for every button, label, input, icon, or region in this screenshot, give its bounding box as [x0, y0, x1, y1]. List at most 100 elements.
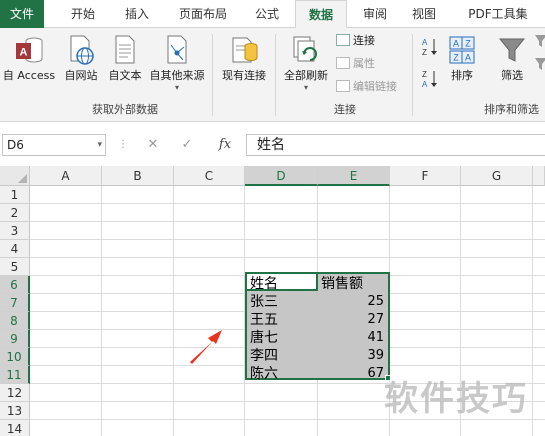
- column-header[interactable]: C: [174, 166, 245, 186]
- cell-name[interactable]: 张三: [247, 293, 317, 311]
- column-header[interactable]: [533, 166, 545, 186]
- other-sources-icon: [162, 34, 192, 66]
- select-all-button[interactable]: [0, 166, 30, 186]
- tab-home[interactable]: 开始: [58, 0, 108, 28]
- tab-formulas[interactable]: 公式: [245, 0, 289, 28]
- column-header[interactable]: F: [390, 166, 461, 186]
- reapply-filter-icon: [535, 58, 545, 70]
- sort-label: 排序: [451, 69, 473, 82]
- group-label-get-external: 获取外部数据: [92, 103, 158, 116]
- column-header[interactable]: B: [102, 166, 174, 186]
- chevron-down-icon: ▾: [303, 83, 308, 92]
- red-arrow-icon: [190, 330, 222, 364]
- tab-data[interactable]: 数据: [295, 0, 347, 29]
- column-header[interactable]: G: [461, 166, 533, 186]
- cell-e6[interactable]: 销售额: [318, 275, 388, 293]
- cell-sales[interactable]: 41: [318, 329, 388, 347]
- clear-filter-button[interactable]: [534, 32, 545, 52]
- from-web-button[interactable]: 自网站: [60, 32, 102, 98]
- refresh-icon: [291, 34, 321, 66]
- cell-name[interactable]: 李四: [247, 347, 317, 365]
- column-header[interactable]: D: [245, 166, 318, 186]
- row-header[interactable]: 7: [0, 294, 30, 312]
- worksheet-grid[interactable]: A B C D E F G 1 2 3 4 5 6 7 8 9 10 11 12…: [0, 166, 545, 436]
- refresh-all-label: 全部刷新: [284, 69, 328, 82]
- sort-dialog-icon: A Z Z A: [447, 34, 477, 66]
- row-header[interactable]: 10: [0, 348, 30, 366]
- row-header[interactable]: 3: [0, 222, 30, 240]
- group-divider: [275, 34, 276, 116]
- chevron-down-icon[interactable]: ▾: [97, 135, 102, 155]
- row-header[interactable]: 9: [0, 330, 30, 348]
- from-access-label: 自 Access: [2, 69, 56, 82]
- reapply-filter-button[interactable]: [534, 55, 545, 75]
- row-header[interactable]: 8: [0, 312, 30, 330]
- cell-sales[interactable]: 25: [318, 293, 388, 311]
- insert-function-button[interactable]: fx: [210, 134, 240, 156]
- row-header[interactable]: 13: [0, 402, 30, 420]
- existing-connections-label: 现有连接: [222, 69, 266, 82]
- column-header[interactable]: A: [30, 166, 102, 186]
- row-header[interactable]: 11: [0, 366, 30, 384]
- group-label-connections: 连接: [334, 103, 356, 116]
- row-header[interactable]: 2: [0, 204, 30, 222]
- row-header[interactable]: 1: [0, 186, 30, 204]
- connections-button[interactable]: 连接: [336, 32, 375, 50]
- group-label-sort-filter: 排序和筛选: [484, 103, 539, 116]
- row-header[interactable]: 14: [0, 420, 30, 436]
- watermark: 软件技巧: [384, 379, 528, 419]
- name-box-value: D6: [7, 138, 24, 152]
- column-header[interactable]: E: [318, 166, 390, 186]
- name-box[interactable]: D6 ▾: [2, 134, 106, 156]
- tab-insert[interactable]: 插入: [112, 0, 162, 28]
- confirm-entry-icon[interactable]: ✓: [174, 134, 200, 156]
- cell-sales[interactable]: 67: [318, 365, 388, 383]
- cell-sales[interactable]: 27: [318, 311, 388, 329]
- cancel-entry-icon[interactable]: ✕: [140, 134, 166, 156]
- properties-label: 属性: [353, 57, 375, 70]
- tab-view[interactable]: 视图: [402, 0, 446, 28]
- chevron-down-icon: ▾: [174, 83, 179, 92]
- edit-links-label: 编辑链接: [353, 80, 397, 93]
- row-header[interactable]: 12: [0, 384, 30, 402]
- tab-review[interactable]: 审阅: [355, 0, 395, 28]
- refresh-all-button[interactable]: 全部刷新 ▾: [280, 32, 332, 98]
- tab-file[interactable]: 文件: [0, 0, 44, 28]
- svg-text:A: A: [465, 53, 471, 63]
- gridline: [30, 239, 545, 240]
- tab-page-layout[interactable]: 页面布局: [170, 0, 236, 28]
- svg-text:Z: Z: [422, 70, 427, 79]
- properties-button[interactable]: 属性: [336, 55, 375, 73]
- connections-label: 连接: [353, 34, 375, 47]
- sort-ascending-button[interactable]: A Z: [420, 36, 440, 58]
- access-database-icon: A: [14, 34, 44, 66]
- splitter-handle-icon[interactable]: ⋮: [118, 139, 128, 150]
- existing-connections-button[interactable]: 现有连接: [216, 32, 272, 98]
- svg-text:A: A: [422, 80, 428, 89]
- from-other-sources-button[interactable]: 自其他来源 ▾: [147, 32, 207, 98]
- tab-pdf-tools[interactable]: PDF工具集: [458, 0, 538, 28]
- sort-button[interactable]: A Z Z A 排序: [443, 32, 481, 98]
- from-text-button[interactable]: 自文本: [104, 32, 146, 98]
- edit-links-button[interactable]: 编辑链接: [336, 78, 397, 96]
- cell-sales[interactable]: 39: [318, 347, 388, 365]
- gridline: [30, 257, 545, 258]
- cell-name[interactable]: 陈六: [247, 365, 317, 383]
- row-header[interactable]: 5: [0, 258, 30, 276]
- properties-icon: [336, 57, 350, 69]
- cell-name[interactable]: 唐七: [247, 329, 317, 347]
- svg-text:Z: Z: [422, 48, 427, 57]
- from-web-label: 自网站: [64, 69, 98, 82]
- cell-d6[interactable]: 姓名: [247, 275, 317, 293]
- formula-input[interactable]: 姓名: [246, 134, 545, 156]
- filter-button[interactable]: 筛选: [492, 32, 532, 98]
- cell-name[interactable]: 王五: [247, 311, 317, 329]
- svg-text:A: A: [453, 39, 459, 49]
- sort-descending-button[interactable]: Z A: [420, 68, 440, 90]
- from-access-button[interactable]: A 自 Access: [0, 32, 58, 98]
- from-text-label: 自文本: [108, 69, 142, 82]
- row-header[interactable]: 6: [0, 276, 30, 294]
- row-header[interactable]: 4: [0, 240, 30, 258]
- text-file-icon: [110, 34, 140, 66]
- sort-ascending-icon: A Z: [422, 38, 437, 57]
